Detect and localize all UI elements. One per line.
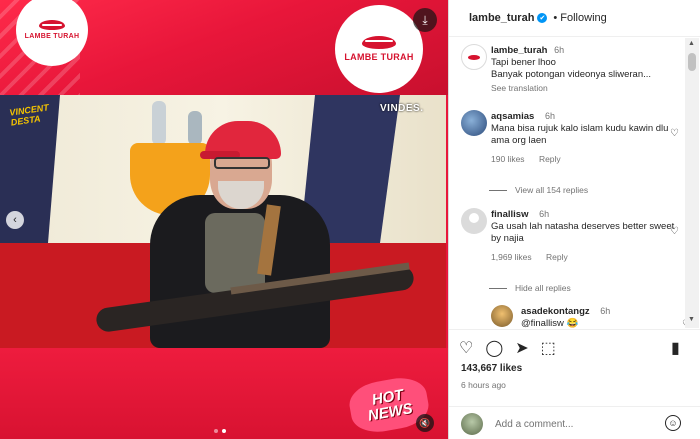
avatar[interactable] [461, 44, 487, 70]
heart-icon[interactable]: ♡ [459, 338, 473, 358]
see-translation-link[interactable]: See translation [491, 82, 681, 94]
lips-logo-icon [362, 36, 396, 49]
scroll-down-icon[interactable]: ▼ [688, 316, 695, 323]
caption-line: Tapi bener lhoo [491, 57, 556, 68]
download-button[interactable]: ⤓ [413, 8, 437, 32]
share-icon[interactable]: ➤ [515, 338, 528, 358]
comment-username[interactable]: aqsamias [491, 111, 534, 122]
comment-text: @finallisw 😂 [521, 318, 579, 328]
comment-username[interactable]: asadekontangz [521, 306, 590, 317]
download-icon: ⤓ [422, 12, 428, 27]
comment-username[interactable]: finallisw [491, 209, 528, 220]
comment-text: Mana bisa rujuk kalo islam kudu kawin dl… [491, 123, 669, 146]
avatar [461, 413, 483, 435]
previous-slide-button[interactable]: ‹ [6, 211, 24, 229]
gift-icon[interactable]: ⬚ [541, 338, 556, 358]
video-frame[interactable]: VINCENT DESTA VINDES. [0, 95, 446, 348]
divider [489, 189, 507, 191]
carousel-dots [214, 429, 226, 433]
avatar[interactable] [491, 305, 513, 327]
verified-icon: ✔ [537, 13, 548, 23]
divider [489, 287, 507, 289]
post-likes-count[interactable]: 143,667 likes [461, 363, 522, 374]
header-username[interactable]: lambe_turah [469, 12, 534, 24]
bookmark-icon[interactable]: ▮ [671, 338, 680, 358]
heart-icon[interactable]: ♡ [670, 128, 679, 139]
post-sidebar: lambe_turah ✔ • Following lambe_turah 6h… [448, 0, 700, 439]
reply-button[interactable]: Reply [546, 252, 568, 262]
carousel-dot-active [222, 429, 226, 433]
view-replies-button[interactable]: View all 154 replies [489, 185, 588, 195]
network-logo: VINDES. [380, 103, 424, 114]
scrollbar[interactable]: ▲ ▼ [685, 38, 699, 328]
caption-username[interactable]: lambe_turah [491, 45, 548, 56]
comment-likes[interactable]: 190 likes [491, 154, 525, 164]
comment-likes[interactable]: 1,969 likes [491, 252, 532, 262]
scrollbar-thumb[interactable] [688, 53, 696, 71]
lips-logo-icon [468, 54, 480, 60]
emoji-icon[interactable]: ☺ [665, 415, 681, 431]
person-shirt [205, 213, 265, 293]
chevron-left-icon: ‹ [13, 214, 17, 226]
vase [188, 111, 202, 145]
comment-time: 6h [600, 306, 611, 316]
post-header: lambe_turah ✔ • Following [449, 0, 700, 37]
comment-input[interactable] [495, 415, 655, 433]
lips-logo-icon [39, 20, 65, 30]
separator: • [553, 12, 558, 24]
scroll-up-icon[interactable]: ▲ [688, 40, 695, 47]
caption-line: Banyak potongan videonya sliweran... [491, 69, 652, 80]
avatar[interactable] [461, 208, 487, 234]
comment-icon[interactable]: ◯ [485, 338, 503, 358]
avatar[interactable] [461, 110, 487, 136]
add-comment-bar: ☺ [449, 406, 700, 439]
comment-text: Ga usah lah natasha deserves better swee… [491, 221, 675, 244]
glasses [214, 157, 270, 169]
speaker-muted-icon: 🔇 [419, 417, 431, 428]
caption-time: 6h [554, 45, 565, 55]
reply-button[interactable]: Reply [539, 154, 561, 164]
comment-time: 6h [544, 111, 555, 121]
comment-time: 6h [539, 209, 550, 219]
comments-list[interactable]: lambe_turah 6h Tapi bener lhoo Banyak po… [449, 38, 685, 328]
following-button[interactable]: Following [560, 12, 606, 24]
post-media[interactable]: LAMBE TURAH LAMBE TURAH ⤓ VINCENT DESTA … [0, 0, 448, 439]
heart-icon[interactable]: ♡ [670, 226, 679, 237]
carousel-dot [214, 429, 218, 433]
vase [152, 101, 166, 145]
brand-logo-text: LAMBE TURAH [24, 33, 80, 40]
post-timestamp: 6 hours ago [461, 380, 506, 390]
mute-button[interactable]: 🔇 [416, 414, 434, 432]
hide-replies-button[interactable]: Hide all replies [489, 283, 571, 293]
brand-logo-text: LAMBE TURAH [344, 52, 414, 62]
brand-logo-right: LAMBE TURAH [335, 5, 423, 93]
post-actions: ♡ ◯ ➤ ⬚ ▮ 143,667 likes 6 hours ago ☺ [449, 329, 700, 439]
